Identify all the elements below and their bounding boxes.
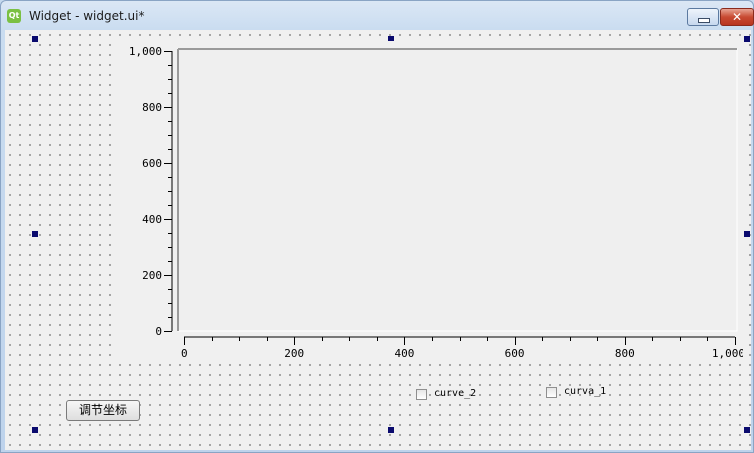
checkbox-label: curva_1 <box>564 386 607 397</box>
close-button[interactable]: ✕ <box>720 8 754 26</box>
y-tick-label: 600 <box>142 157 162 170</box>
x-tick-label: 200 <box>284 347 304 359</box>
x-tick-label: 800 <box>615 347 635 359</box>
title-bar[interactable]: Qt Widget - widget.ui* ✕ <box>1 1 754 29</box>
resize-handle-bottom-right[interactable] <box>744 427 750 433</box>
y-tick-label: 0 <box>155 325 162 338</box>
plot-svg: 0 200 400 600 800 1,000 0 200 400 600 800 1,000 <box>129 45 743 359</box>
checkbox-box[interactable] <box>416 389 427 400</box>
window-title: Widget - widget.ui* <box>29 9 145 23</box>
resize-handle-top-left[interactable] <box>32 36 38 42</box>
y-tick-label: 200 <box>142 269 162 282</box>
x-tick-label: 1,000 <box>712 347 743 359</box>
y-tick-label: 800 <box>142 101 162 114</box>
y-tick-label: 400 <box>142 213 162 226</box>
y-tick-label: 1,000 <box>129 45 162 58</box>
x-axis: 0 200 400 600 800 1,000 <box>181 336 743 359</box>
resize-handle-bottom-center[interactable] <box>388 427 394 433</box>
checkbox-box[interactable] <box>546 387 557 398</box>
resize-handle-middle-right[interactable] <box>744 231 750 237</box>
checkbox-label: curve_2 <box>434 388 477 399</box>
adjust-axes-button[interactable]: 调节坐标 <box>66 400 140 421</box>
y-axis: 0 200 400 600 800 1,000 <box>129 45 173 338</box>
x-tick-label: 400 <box>394 347 414 359</box>
resize-handle-bottom-left[interactable] <box>32 427 38 433</box>
minimize-button[interactable] <box>687 8 719 26</box>
x-tick-label: 0 <box>181 347 188 359</box>
qt-app-icon: Qt <box>7 9 21 23</box>
plot-canvas <box>177 48 738 332</box>
resize-handle-middle-left[interactable] <box>32 231 38 237</box>
x-tick-label: 600 <box>505 347 525 359</box>
resize-handle-top-right[interactable] <box>744 36 750 42</box>
designer-window: Qt Widget - widget.ui* ✕ 0 200 400 600 800 1,… <box>0 0 754 453</box>
form-canvas[interactable]: 0 200 400 600 800 1,000 0 200 400 600 800 1,000 调节… <box>5 30 751 450</box>
qwt-plot[interactable]: 0 200 400 600 800 1,000 0 200 400 600 800 1,000 <box>119 41 743 359</box>
